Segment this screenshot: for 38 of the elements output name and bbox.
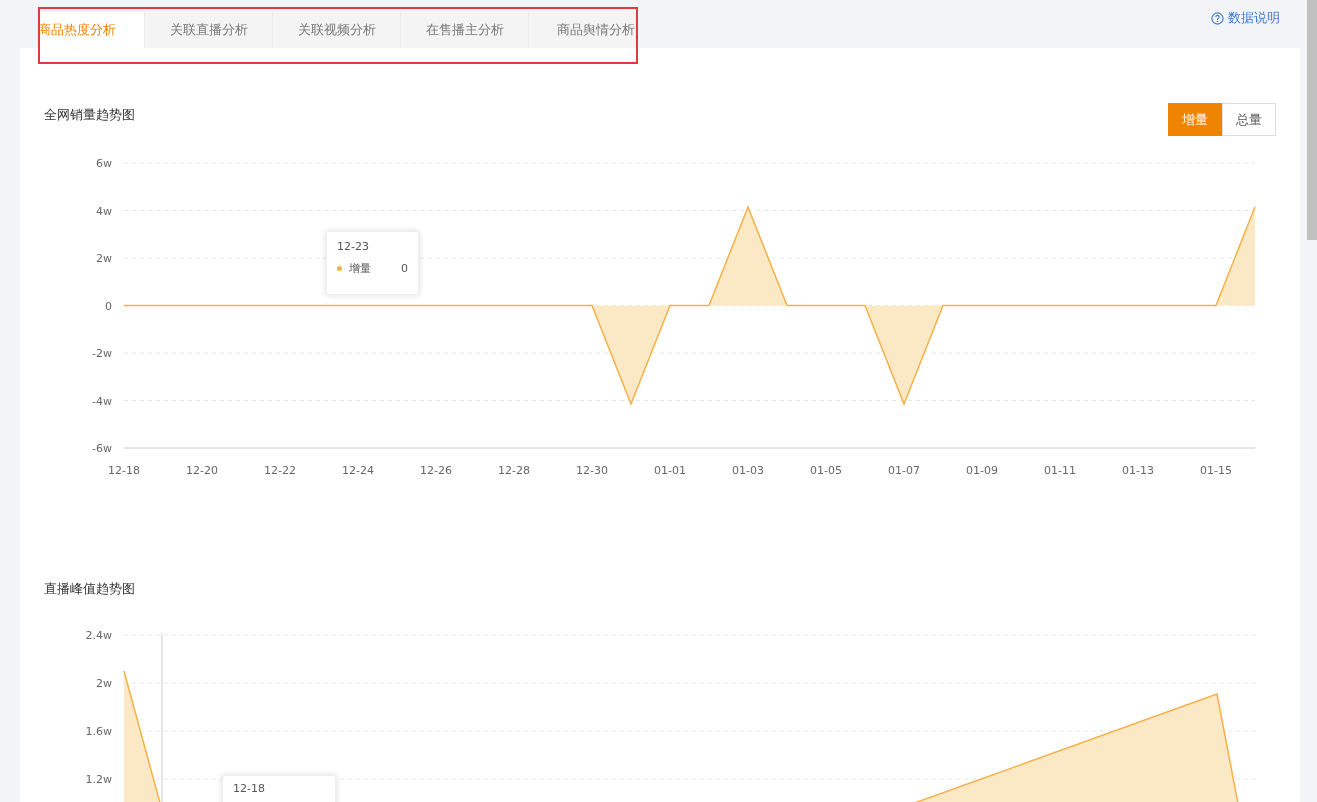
x-axis-label: 12-24 — [342, 464, 374, 477]
x-axis-label: 12-20 — [186, 464, 218, 477]
y-axis-label: 0 — [105, 299, 112, 313]
tooltip-series: 增量 — [349, 261, 372, 276]
x-axis-label: 01-15 — [1200, 464, 1232, 477]
help-icon — [1211, 11, 1224, 25]
chart-title: 直播峰值趋势图 — [44, 580, 135, 598]
y-axis-label: -4w — [92, 394, 112, 408]
toggle-button[interactable]: 增量 — [1168, 103, 1222, 136]
x-axis-label: 12-22 — [264, 464, 296, 477]
y-axis-label: 2.4w — [85, 629, 112, 642]
x-axis-label: 12-28 — [498, 464, 530, 477]
tooltip-date: 12-23 — [337, 240, 370, 253]
scrollbar[interactable] — [1307, 0, 1317, 240]
toggle-button[interactable]: 总量 — [1222, 103, 1276, 136]
y-axis-label: -6w — [92, 442, 112, 455]
x-axis-label: 01-01 — [654, 464, 686, 477]
x-axis-label: 12-18 — [108, 464, 140, 477]
y-axis-label: -2w — [92, 347, 112, 360]
x-axis-label: 01-13 — [1122, 464, 1154, 477]
y-axis-label: 2w — [96, 677, 112, 690]
tooltip-value: 0 — [401, 262, 408, 275]
x-axis-label: 01-05 — [810, 464, 842, 477]
x-axis-label: 12-30 — [576, 464, 608, 477]
y-axis-label: 2w — [96, 252, 112, 265]
x-axis-label: 01-07 — [888, 464, 920, 477]
y-axis-label: 1.6w — [85, 725, 112, 738]
help-link[interactable]: 数据说明 — [1211, 9, 1280, 27]
x-axis-label: 01-03 — [732, 464, 764, 477]
series-dot-icon — [337, 266, 342, 271]
x-axis-label: 01-09 — [966, 464, 998, 477]
tooltip-date: 12-18 — [233, 782, 266, 795]
y-axis-label: 4w — [96, 204, 112, 218]
x-axis-label: 01-11 — [1044, 464, 1076, 477]
y-axis-label: 6w — [96, 157, 112, 170]
y-axis-label: 1.2w — [85, 773, 112, 786]
x-axis-label: 12-26 — [420, 464, 452, 477]
chart-title: 全网销量趋势图 — [44, 106, 135, 124]
